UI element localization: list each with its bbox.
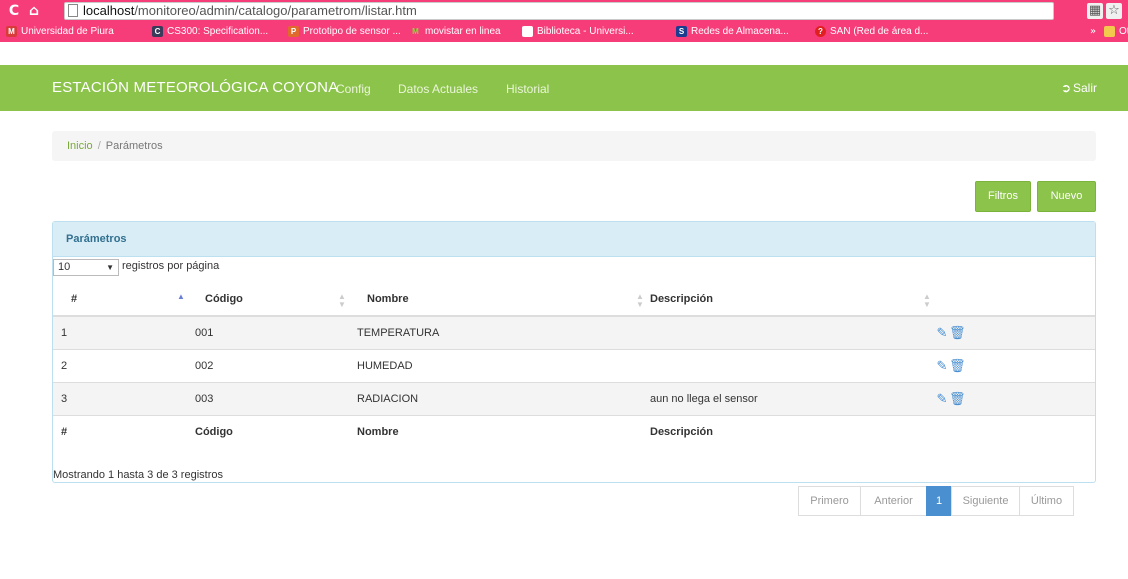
column-header-name[interactable]: Nombre ▲ ▼ — [353, 283, 645, 317]
pagination-page-1[interactable]: 1 — [926, 486, 952, 516]
cell-description — [645, 348, 935, 382]
bookmark-item[interactable]: Mmovistar en linea — [410, 25, 500, 39]
cell-code: 002 — [181, 348, 353, 382]
nav-link-datos-actuales[interactable]: Datos Actuales — [398, 82, 478, 96]
panel-title: Parámetros — [66, 233, 127, 245]
s-icon: S — [676, 26, 687, 37]
url-host: localhost — [83, 3, 135, 18]
filters-button[interactable]: Filtros — [975, 181, 1031, 212]
edit-icon[interactable]: ✎ — [935, 391, 949, 406]
cell-name: TEMPERATURA — [353, 315, 645, 349]
new-button[interactable]: Nuevo — [1037, 181, 1096, 212]
pagination-first[interactable]: Primero — [798, 486, 861, 516]
footer-number: # — [53, 414, 181, 448]
bookmark-item[interactable]: C CS300: Specification... — [152, 25, 268, 39]
home-icon[interactable]: ⌂ — [26, 3, 42, 19]
cell-actions: ✎ 🗑 — [935, 381, 1095, 415]
sort-icon: ▲ ▼ — [923, 292, 931, 309]
table-row: 1 001 TEMPERATURA ✎ 🗑 — [53, 315, 1095, 349]
table-row: 3 003 RADIACION aun no llega el sensor ✎… — [53, 381, 1095, 415]
cell-code: 001 — [181, 315, 353, 349]
bookmark-item[interactable]: S Redes de Almacena... — [676, 25, 789, 39]
other-bookmarks[interactable]: Ot — [1104, 25, 1128, 39]
nav-link-config[interactable]: Config — [336, 82, 371, 96]
edit-icon[interactable]: ✎ — [935, 325, 949, 340]
cell-description: aun no llega el sensor — [645, 381, 935, 415]
page-icon — [522, 26, 533, 37]
app-navbar: ESTACIÓN METEOROLÓGICA COYONA Config Dat… — [0, 65, 1128, 111]
cell-number: 3 — [53, 381, 181, 415]
movistar-icon: M — [412, 27, 419, 36]
column-header-code[interactable]: Código ▲ ▼ — [181, 283, 353, 317]
translate-icon[interactable]: ▦ — [1087, 3, 1103, 19]
logout-button[interactable]: ➲ Salir — [1061, 81, 1097, 95]
bookmarks-bar: M Universidad de Piura C CS300: Specificat… — [0, 22, 1128, 42]
footer-code: Código — [181, 414, 353, 448]
trash-icon[interactable]: 🗑 — [949, 325, 966, 340]
parameters-table: # ▲ Código ▲ ▼ Nombre ▲ ▼ Descripción ▲ ▼ 1 001… — [53, 283, 1095, 448]
page-icon — [68, 4, 78, 17]
table-header-row: # ▲ Código ▲ ▼ Nombre ▲ ▼ Descripción ▲ ▼ — [53, 283, 1095, 317]
mail-icon: M — [6, 26, 17, 37]
page-length-label: registros por página — [122, 260, 220, 272]
sort-icon: ▲ ▼ — [636, 292, 644, 309]
reload-icon[interactable]: C — [6, 3, 22, 19]
bookmark-item[interactable]: Biblioteca - Universi... — [522, 25, 634, 39]
url-path: /monitoreo/admin/catalogo/parametrom/lis… — [134, 3, 417, 18]
table-info: Mostrando 1 hasta 3 de 3 registros — [53, 469, 223, 481]
brand-title[interactable]: ESTACIÓN METEOROLÓGICA COYONA — [52, 79, 338, 96]
address-row: C ⌂ localhost/monitoreo/admin/catalogo/p… — [0, 0, 1128, 22]
column-header-number[interactable]: # ▲ — [53, 283, 185, 317]
cell-number: 2 — [53, 348, 181, 382]
trash-icon[interactable]: 🗑 — [949, 358, 966, 373]
doc-icon: P — [288, 26, 299, 37]
column-header-description[interactable]: Descripción ▲ ▼ — [645, 283, 935, 317]
cs-icon: C — [152, 26, 163, 37]
pagination-next[interactable]: Siguiente — [951, 486, 1020, 516]
cell-name: RADIACION — [353, 381, 645, 415]
star-icon[interactable]: ☆ — [1106, 3, 1122, 19]
address-bar[interactable]: localhost/monitoreo/admin/catalogo/param… — [64, 2, 1054, 20]
cell-actions: ✎ 🗑 — [935, 348, 1095, 382]
footer-actions — [935, 414, 1095, 448]
bookmark-item[interactable]: P Prototipo de sensor ... — [288, 25, 401, 39]
pagination-previous[interactable]: Anterior — [860, 486, 927, 516]
breadcrumb-home-link[interactable]: Inicio — [67, 140, 93, 152]
page-length-select[interactable]: 10 ▼ — [53, 259, 119, 276]
cell-code: 003 — [181, 381, 353, 415]
browser-toolbar: C ⌂ localhost/monitoreo/admin/catalogo/p… — [0, 0, 1128, 42]
column-header-actions — [935, 283, 1095, 317]
cell-actions: ✎ 🗑 — [935, 315, 1095, 349]
cell-name: HUMEDAD — [353, 348, 645, 382]
table-row: 2 002 HUMEDAD ✎ 🗑 — [53, 348, 1095, 382]
cell-description — [645, 315, 935, 349]
trash-icon[interactable]: 🗑 — [949, 391, 966, 406]
breadcrumb: Inicio / Parámetros — [52, 131, 1096, 161]
edit-icon[interactable]: ✎ — [935, 358, 949, 373]
nav-link-historial[interactable]: Historial — [506, 82, 549, 96]
pagination-last[interactable]: Último — [1019, 486, 1074, 516]
sort-icon: ▲ ▼ — [338, 292, 346, 309]
bookmarks-more-button[interactable]: » — [1090, 25, 1096, 39]
breadcrumb-current: Parámetros — [105, 140, 163, 152]
question-icon: ? — [815, 26, 826, 37]
logout-icon: ➲ — [1060, 81, 1072, 95]
bookmark-item[interactable]: ? SAN (Red de área d... — [815, 25, 928, 39]
breadcrumb-separator: / — [97, 140, 101, 152]
bookmark-item[interactable]: M Universidad de Piura — [6, 25, 114, 39]
parameters-panel: Parámetros 10 ▼ registros por página # ▲ … — [52, 221, 1096, 483]
caret-down-icon: ▼ — [106, 263, 114, 272]
footer-name: Nombre — [353, 414, 645, 448]
footer-description: Descripción — [645, 414, 935, 448]
table-footer-row: # Código Nombre Descripción — [53, 414, 1095, 448]
pagination: Primero Anterior 1 Siguiente Último — [798, 486, 1074, 516]
panel-heading: Parámetros — [53, 222, 1095, 257]
cell-number: 1 — [53, 315, 181, 349]
folder-icon — [1104, 26, 1115, 37]
